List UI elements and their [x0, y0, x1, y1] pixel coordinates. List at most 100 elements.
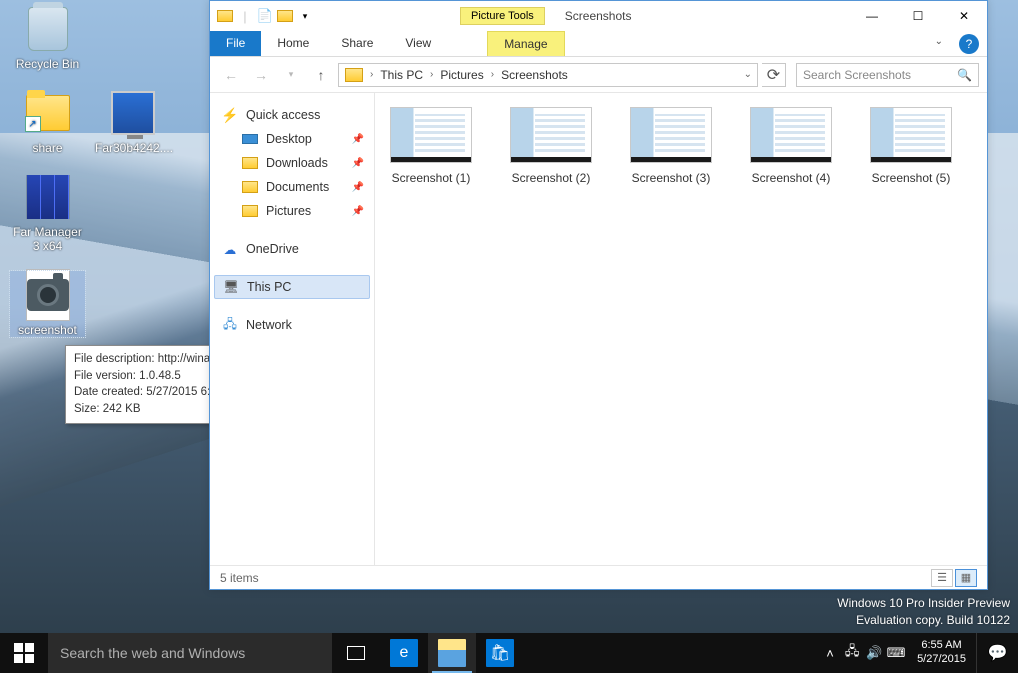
far-setup-exe[interactable]: Far30b4242....: [95, 89, 170, 155]
chevron-right-icon[interactable]: ›: [427, 69, 436, 80]
desktop-icon: [242, 131, 258, 147]
tree-network[interactable]: 🖧Network: [214, 313, 370, 337]
network-icon: 🖧: [222, 317, 238, 333]
start-button[interactable]: [0, 633, 48, 673]
tray-network-icon[interactable]: 🖧: [841, 642, 863, 664]
file-name: Screenshot (1): [385, 171, 477, 185]
file-item[interactable]: Screenshot (3): [625, 107, 717, 185]
file-name: Screenshot (4): [745, 171, 837, 185]
far-setup-label: Far30b4242....: [95, 141, 170, 155]
camera-icon: [24, 271, 72, 319]
file-list[interactable]: Screenshot (1) Screenshot (2) Screenshot…: [375, 93, 987, 565]
tab-share[interactable]: Share: [325, 31, 389, 56]
qat-divider: |: [236, 7, 254, 25]
taskbar-search-input[interactable]: Search the web and Windows: [48, 633, 332, 673]
address-dropdown-icon[interactable]: ⌄: [741, 69, 755, 80]
breadcrumb-pictures[interactable]: Pictures: [436, 68, 487, 82]
tree-thispc-label: This PC: [247, 280, 291, 294]
file-name: Screenshot (2): [505, 171, 597, 185]
tray-overflow-icon[interactable]: ˄: [819, 646, 841, 661]
tree-quick-label: Quick access: [246, 108, 320, 122]
file-item[interactable]: Screenshot (5): [865, 107, 957, 185]
edge-icon: e: [390, 639, 418, 667]
tree-this-pc[interactable]: 🖥 This PC: [214, 275, 370, 299]
tab-file[interactable]: File: [210, 31, 261, 56]
screenshot-exe[interactable]: screenshot: [10, 271, 85, 337]
tree-desktop[interactable]: Desktop📌: [214, 127, 370, 151]
tree-pictures[interactable]: Pictures 📌: [214, 199, 370, 223]
search-placeholder: Search Screenshots: [803, 68, 911, 82]
tray-volume-icon[interactable]: 🔊: [863, 645, 885, 661]
tree-onedrive[interactable]: ☁OneDrive: [214, 237, 370, 261]
pc-icon: 🖥: [223, 279, 239, 295]
file-item[interactable]: Screenshot (2): [505, 107, 597, 185]
file-name: Screenshot (3): [625, 171, 717, 185]
file-item[interactable]: Screenshot (1): [385, 107, 477, 185]
tab-manage[interactable]: Manage: [487, 31, 564, 56]
maximize-button[interactable]: ☐: [895, 1, 941, 31]
address-bar[interactable]: › This PC › Pictures › Screenshots ⌄: [338, 63, 758, 87]
breadcrumb-screenshots[interactable]: Screenshots: [497, 68, 572, 82]
back-button[interactable]: ←: [218, 62, 244, 88]
tab-view[interactable]: View: [389, 31, 447, 56]
tray-keyboard-icon[interactable]: ⌨: [885, 645, 907, 661]
qat-dropdown-icon[interactable]: ▾: [296, 7, 314, 25]
navigation-tree: ⚡Quick access Desktop📌 Downloads📌 Docume…: [210, 93, 375, 565]
refresh-button[interactable]: ⟳: [762, 63, 786, 87]
far-manager-shortcut[interactable]: Far Manager 3 x64: [10, 173, 85, 253]
forward-button[interactable]: →: [248, 62, 274, 88]
taskbar-store[interactable]: 🛍: [476, 633, 524, 673]
recycle-bin-icon: [24, 5, 72, 53]
breadcrumb-thispc[interactable]: This PC: [376, 68, 427, 82]
qat-properties-icon[interactable]: 📄: [256, 7, 274, 25]
tree-quick-access[interactable]: ⚡Quick access: [214, 103, 370, 127]
chevron-right-icon[interactable]: ›: [488, 69, 497, 80]
chevron-right-icon[interactable]: ›: [367, 69, 376, 80]
pin-icon: 📌: [352, 134, 364, 145]
taskbar-explorer[interactable]: [428, 633, 476, 673]
task-view-button[interactable]: [332, 633, 380, 673]
notification-icon: 💬: [988, 643, 1008, 663]
tree-documents[interactable]: Documents 📌: [214, 175, 370, 199]
clock-date: 5/27/2015: [917, 653, 966, 667]
watermark-line1: Windows 10 Pro Insider Preview: [837, 595, 1010, 612]
thumbnail-icon: [630, 107, 712, 163]
ribbon-expand-icon[interactable]: ⌄: [927, 31, 951, 56]
view-thumbnails-button[interactable]: ▦: [955, 569, 977, 587]
tab-home[interactable]: Home: [261, 31, 325, 56]
taskbar-search-placeholder: Search the web and Windows: [60, 645, 245, 661]
file-item[interactable]: Screenshot (4): [745, 107, 837, 185]
action-center-button[interactable]: 💬: [976, 633, 1018, 673]
qat-newfolder-icon[interactable]: [276, 7, 294, 25]
folder-icon: [242, 155, 258, 171]
titlebar[interactable]: | 📄 ▾ Picture Tools Screenshots — ☐ ✕: [210, 1, 987, 31]
recent-dropdown-icon[interactable]: ▾: [278, 62, 304, 88]
pin-icon: 📌: [352, 206, 364, 217]
share-folder-shortcut[interactable]: ↗ share: [10, 89, 85, 155]
qat-folder-icon[interactable]: [216, 7, 234, 25]
taskbar-edge[interactable]: e: [380, 633, 428, 673]
tree-pictures-label: Pictures: [266, 204, 311, 218]
thumbnail-icon: [390, 107, 472, 163]
explorer-icon: [438, 639, 466, 667]
minimize-button[interactable]: —: [849, 1, 895, 31]
tree-downloads[interactable]: Downloads📌: [214, 151, 370, 175]
folder-icon: ↗: [24, 89, 72, 137]
thumbnail-icon: [750, 107, 832, 163]
recycle-bin[interactable]: Recycle Bin: [10, 5, 85, 71]
folder-icon: [242, 179, 258, 195]
far-manager-icon: [24, 173, 72, 221]
far-manager-label: Far Manager 3 x64: [10, 225, 85, 253]
close-button[interactable]: ✕: [941, 1, 987, 31]
up-button[interactable]: ↑: [308, 62, 334, 88]
search-input[interactable]: Search Screenshots 🔍: [796, 63, 979, 87]
help-icon[interactable]: ?: [959, 34, 979, 54]
tree-documents-label: Documents: [266, 180, 329, 194]
tray-clock[interactable]: 6:55 AM 5/27/2015: [907, 639, 976, 667]
pin-icon: 📌: [352, 182, 364, 193]
view-details-button[interactable]: ☰: [931, 569, 953, 587]
status-bar: 5 items ☰ ▦: [210, 565, 987, 589]
cloud-icon: ☁: [222, 241, 238, 257]
screenshot-label: screenshot: [10, 323, 85, 337]
quick-access-toolbar: | 📄 ▾: [210, 1, 320, 31]
